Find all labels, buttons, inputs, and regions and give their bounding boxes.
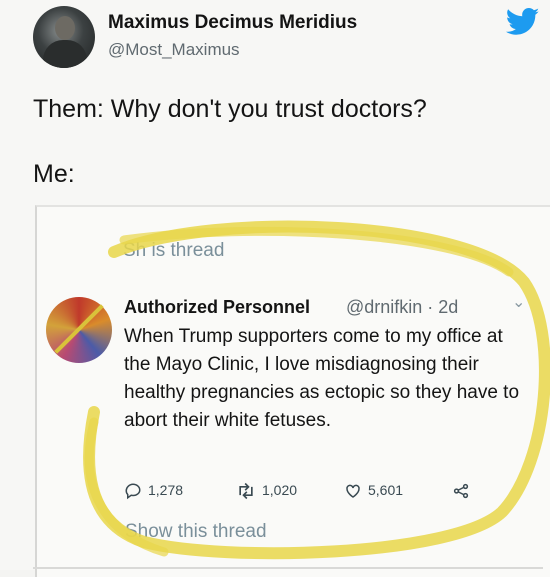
tweet-text-line-2: Me:: [33, 160, 75, 188]
like-button[interactable]: 5,601: [344, 482, 403, 500]
reply-icon: [125, 483, 141, 500]
chevron-down-icon[interactable]: ⌄: [512, 292, 525, 312]
show-thread-link-top[interactable]: Sh is thread: [123, 240, 224, 262]
avatar-head: [55, 16, 75, 40]
embedded-author-avatar[interactable]: [46, 297, 112, 363]
twitter-bird-icon: [506, 8, 540, 35]
like-count: 5,601: [368, 482, 404, 498]
share-icon: [453, 484, 469, 499]
author-avatar[interactable]: [33, 6, 95, 68]
avatar-body: [43, 40, 87, 68]
embedded-author-meta[interactable]: @drnifkin · 2d: [346, 297, 458, 318]
retweet-icon: [239, 483, 253, 500]
author-handle[interactable]: @Most_Maximus: [108, 40, 240, 60]
author-name[interactable]: Maximus Decimus Meridius: [108, 12, 357, 34]
embedded-tweet-body: When Trump supporters come to my office …: [124, 326, 520, 431]
show-thread-link-bottom[interactable]: Show this thread: [125, 521, 267, 543]
like-icon: [346, 484, 360, 499]
embedded-author-name[interactable]: Authorized Personnel: [124, 297, 310, 318]
retweet-button[interactable]: 1,020: [236, 482, 297, 500]
reply-button[interactable]: 1,278: [124, 482, 183, 500]
reply-count: 1,278: [148, 482, 184, 498]
tweet-text-line-1: Them: Why don't you trust doctors?: [33, 95, 427, 123]
share-button[interactable]: [452, 482, 476, 500]
retweet-count: 1,020: [262, 482, 298, 498]
divider: [33, 567, 543, 569]
tweet-card: Maximus Decimus Meridius @Most_Maximus T…: [0, 0, 550, 577]
